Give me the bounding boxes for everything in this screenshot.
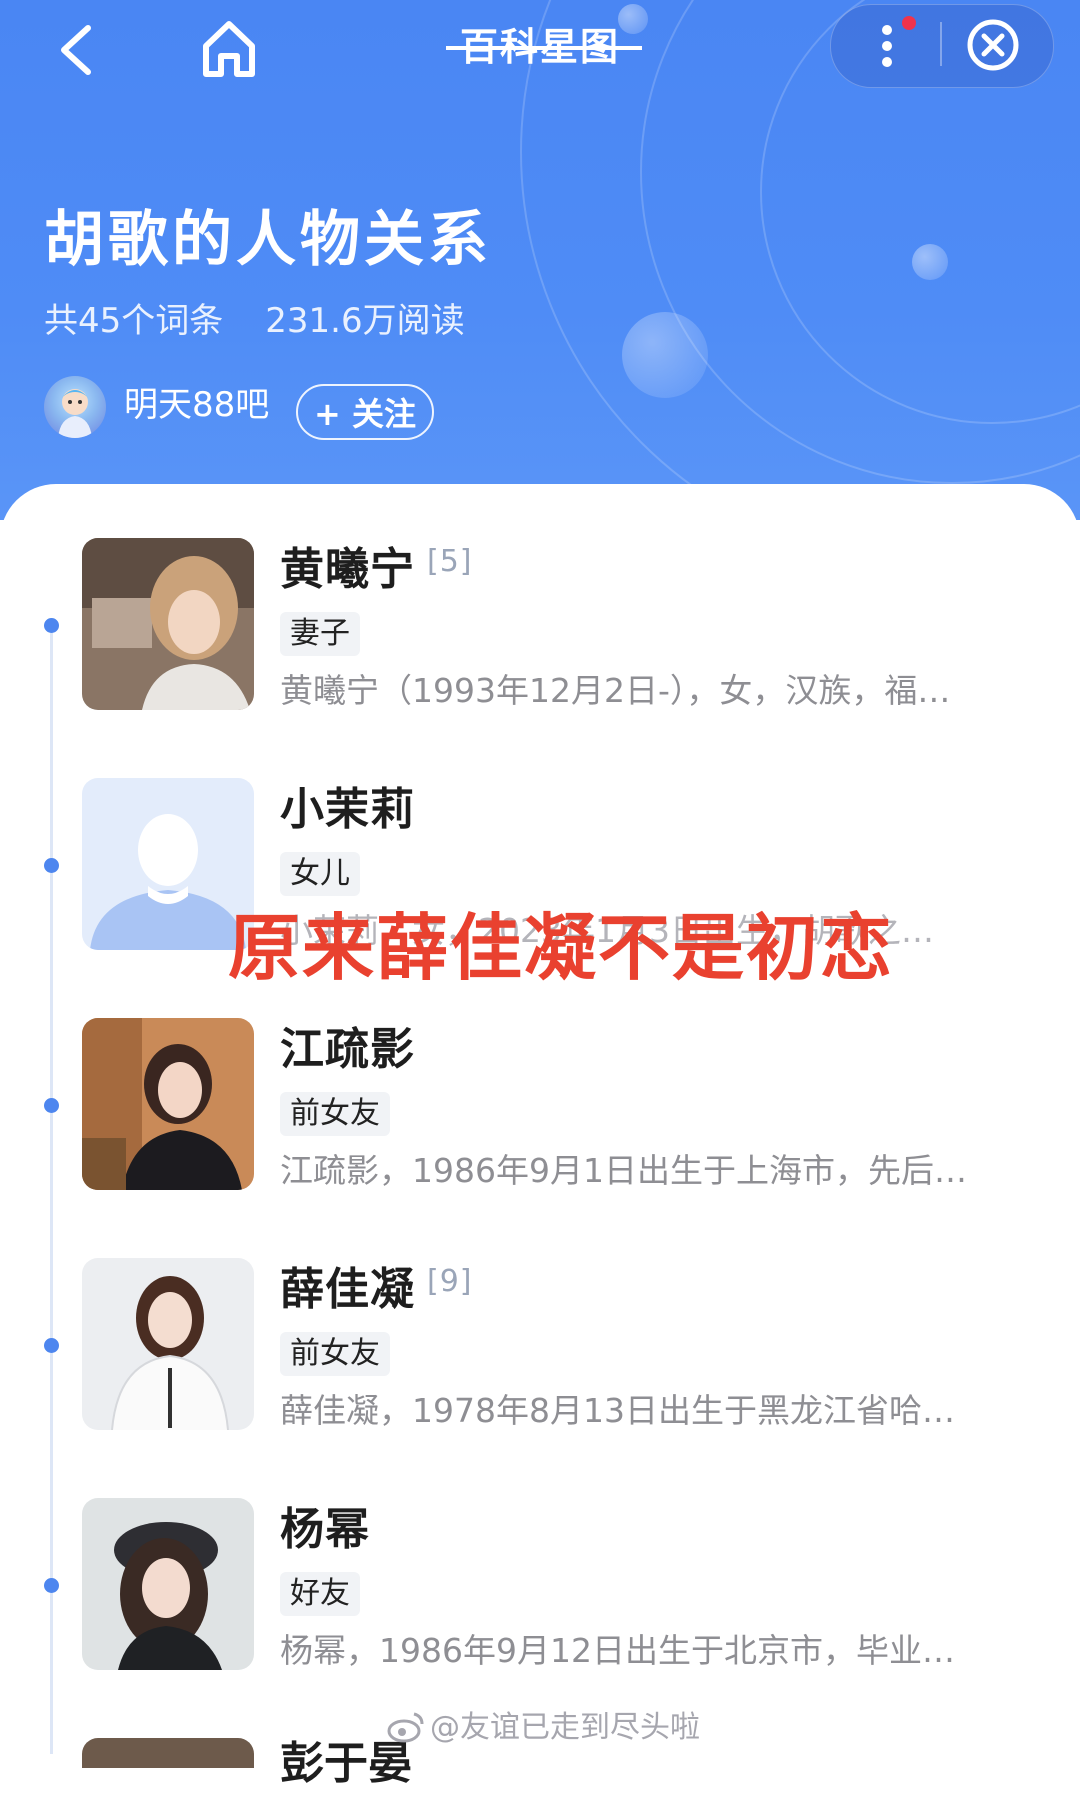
title-strike-line	[446, 46, 642, 50]
reference-mark: [9]	[427, 1264, 473, 1299]
home-icon[interactable]	[196, 16, 262, 82]
timeline-dot	[44, 858, 59, 873]
name-text: 薛佳凝	[280, 1264, 415, 1315]
relation-item-huang-xining[interactable]: 黄曦宁 [5] 妻子 黄曦宁（1993年12月2日-），女，汉族，福…	[82, 538, 1042, 714]
relation-tag: 前女友	[280, 1332, 390, 1376]
relation-tag: 前女友	[280, 1092, 390, 1136]
person-summary: 薛佳凝，1978年8月13日出生于黑龙江省哈…	[280, 1391, 955, 1430]
timeline-dot	[44, 1098, 59, 1113]
person-summary: 黄曦宁（1993年12月2日-），女，汉族，福…	[280, 671, 951, 710]
stats-row: 共45个词条 231.6万阅读	[44, 296, 507, 346]
name-text: 黄曦宁	[280, 544, 415, 595]
author-name[interactable]: 明天88吧	[124, 380, 269, 430]
close-icon[interactable]	[966, 18, 1020, 72]
entry-count: 共45个词条	[44, 301, 224, 341]
relation-item-jiang-shuying[interactable]: 江疏影 前女友 江疏影，1986年9月1日出生于上海市，先后…	[82, 1018, 1042, 1194]
relationship-title: 胡歌的人物关系	[44, 205, 492, 275]
next-person-photo[interactable]	[82, 1738, 254, 1768]
relation-tag: 女儿	[280, 852, 360, 896]
relation-tag: 好友	[280, 1572, 360, 1616]
timeline-dot	[44, 1338, 59, 1353]
capsule-divider	[940, 22, 942, 66]
person-name: 黄曦宁 [5]	[280, 540, 473, 600]
person-photo	[82, 538, 254, 710]
timeline-dot	[44, 1578, 59, 1593]
name-text: 小茉莉	[280, 784, 415, 835]
notification-dot	[902, 16, 916, 30]
person-photo	[82, 1498, 254, 1670]
person-photo	[82, 1258, 254, 1430]
reference-mark: [5]	[427, 544, 473, 579]
decor-bubble	[912, 244, 948, 280]
follow-button[interactable]: + 关注	[296, 384, 434, 440]
person-summary: 江疏影，1986年9月1日出生于上海市，先后…	[280, 1151, 967, 1190]
person-name: 江疏影	[280, 1020, 415, 1080]
person-summary: 杨幂，1986年9月12日出生于北京市，毕业…	[280, 1631, 955, 1670]
top-navigation-bar: 百科星图	[0, 0, 1080, 100]
timeline-dot	[44, 618, 59, 633]
author-avatar[interactable]	[44, 376, 106, 438]
relation-tag: 妻子	[280, 612, 360, 656]
relation-item-xue-jianing[interactable]: 薛佳凝 [9] 前女友 薛佳凝，1978年8月13日出生于黑龙江省哈…	[82, 1258, 1042, 1434]
back-arrow-icon[interactable]	[50, 18, 110, 82]
weibo-icon	[386, 1710, 426, 1744]
name-text: 杨幂	[280, 1504, 370, 1555]
person-photo	[82, 1018, 254, 1190]
relation-item-yang-mi[interactable]: 杨幂 好友 杨幂，1986年9月12日出生于北京市，毕业…	[82, 1498, 1042, 1674]
name-text: 江疏影	[280, 1024, 415, 1075]
read-count: 231.6万阅读	[265, 301, 465, 341]
decor-bubble	[622, 312, 708, 398]
person-name: 薛佳凝 [9]	[280, 1260, 473, 1320]
person-name: 杨幂	[280, 1500, 370, 1560]
person-name: 小茉莉	[280, 780, 415, 840]
overlay-caption: 原来薛佳凝不是初恋	[228, 906, 895, 990]
weibo-watermark: @友谊已走到尽头啦	[430, 1710, 700, 1745]
